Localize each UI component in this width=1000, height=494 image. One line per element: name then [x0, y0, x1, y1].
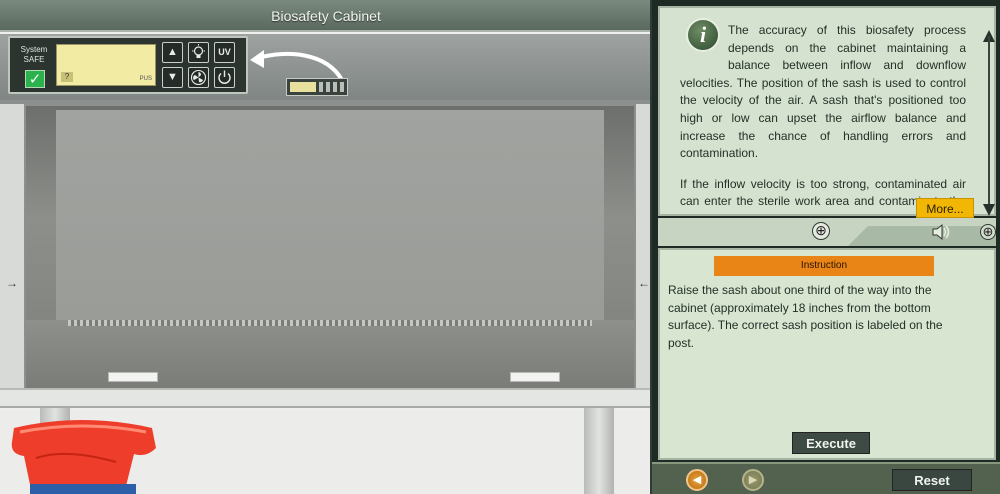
- system-status-line1: System: [20, 45, 48, 54]
- instruction-text: Raise the sash about one third of the wa…: [668, 283, 943, 350]
- light-button[interactable]: [188, 42, 209, 63]
- right-post-arrow-icon: ←: [638, 276, 650, 290]
- biosafety-cabinet-scene: Biosafety Cabinet System SAFE ✓ ? PUS ▲ …: [0, 0, 652, 494]
- sash-handle-left[interactable]: [108, 372, 158, 382]
- expand-instruction-button[interactable]: ⊕: [980, 224, 996, 240]
- light-bulb-icon: [192, 44, 205, 58]
- biohazard-bag-icon[interactable]: [6, 418, 160, 494]
- previous-icon: ◀: [692, 474, 702, 486]
- next-button[interactable]: ▶: [742, 469, 764, 491]
- expand-info-button[interactable]: ⊕: [812, 222, 830, 240]
- sash-handle-right[interactable]: [510, 372, 560, 382]
- lcd-help-button[interactable]: ?: [61, 72, 73, 82]
- fan-button[interactable]: [188, 67, 209, 88]
- audio-button[interactable]: [930, 222, 952, 242]
- sash-bottom-bar[interactable]: [0, 388, 650, 408]
- cabinet-back-wall: [56, 110, 604, 320]
- system-status-line2: SAFE: [23, 55, 45, 64]
- right-side-panel: i The accuracy of this biosafety process…: [652, 0, 1000, 494]
- control-panel: System SAFE ✓ ? PUS ▲ UV ▼: [8, 36, 248, 94]
- scene-title: Biosafety Cabinet: [0, 0, 650, 32]
- info-scrollbar[interactable]: [988, 36, 990, 212]
- cabinet-interior: [26, 106, 634, 388]
- system-status: System SAFE: [16, 45, 52, 65]
- power-icon: [218, 70, 231, 84]
- info-text: The accuracy of this biosafety process d…: [680, 22, 966, 212]
- info-icon-spacer: [680, 22, 728, 72]
- more-button[interactable]: More...: [916, 198, 974, 218]
- cabinet-leg-right: [584, 408, 614, 494]
- fan-icon: [190, 69, 207, 86]
- panel-tab-bar: ⊕ ⊕: [658, 218, 996, 246]
- down-arrow-button[interactable]: ▼: [162, 67, 183, 88]
- execute-button[interactable]: Execute: [792, 432, 870, 454]
- cabinet-right-post: ←: [634, 104, 650, 394]
- safe-check-icon: ✓: [25, 70, 45, 88]
- cabinet-left-post: →: [0, 104, 26, 394]
- cabinet-mini-control-panel[interactable]: [286, 78, 348, 96]
- air-grille: [68, 320, 592, 326]
- power-button[interactable]: [214, 67, 235, 88]
- speaker-icon: [932, 223, 950, 241]
- lcd-display: ? PUS: [56, 44, 156, 86]
- lcd-tag: PUS: [139, 76, 152, 82]
- left-post-arrow-icon: →: [6, 276, 18, 290]
- footer-bar: ◀ ▶ Reset: [652, 462, 1000, 494]
- scroll-down-icon[interactable]: [983, 204, 995, 216]
- instruction-header: Instruction: [714, 256, 934, 276]
- previous-button[interactable]: ◀: [686, 469, 708, 491]
- next-icon: ▶: [748, 474, 758, 486]
- uv-button[interactable]: UV: [214, 42, 235, 63]
- mini-lcd: [290, 82, 316, 92]
- instruction-panel: Instruction Raise the sash about one thi…: [658, 248, 996, 460]
- reset-button[interactable]: Reset: [892, 469, 972, 491]
- info-panel: i The accuracy of this biosafety process…: [658, 6, 996, 218]
- up-arrow-button[interactable]: ▲: [162, 42, 183, 63]
- mini-buttons: [319, 82, 345, 92]
